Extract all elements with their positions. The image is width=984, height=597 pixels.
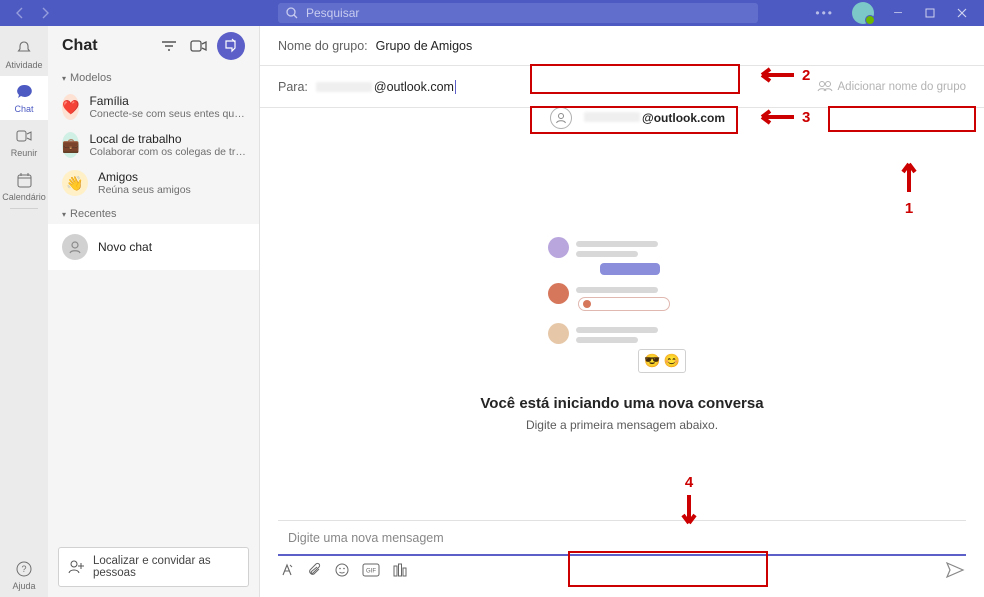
empty-title: Você está iniciando uma nova conversa	[480, 395, 763, 412]
empty-state: 😎 😊 Você está iniciando uma nova convers…	[260, 108, 984, 520]
meet-now-button[interactable]	[187, 34, 211, 58]
redacted-text	[584, 112, 640, 122]
window-close-button[interactable]	[946, 0, 978, 26]
person-icon	[62, 234, 88, 260]
group-icon	[818, 81, 832, 92]
group-name-row[interactable]: Nome do grupo: Grupo de Amigos	[260, 26, 984, 66]
bell-icon	[14, 38, 34, 58]
redacted-text	[316, 82, 372, 92]
filter-button[interactable]	[157, 34, 181, 58]
to-row[interactable]: Para: @outlook.com Adicionar nome do gru…	[260, 66, 984, 108]
group-name-label: Nome do grupo:	[278, 39, 368, 53]
search-box[interactable]: Pesquisar	[278, 3, 758, 23]
add-group-name-button[interactable]: Adicionar nome do grupo	[818, 81, 967, 93]
rail-chat[interactable]: Chat	[0, 76, 48, 120]
profile-avatar[interactable]	[852, 2, 874, 24]
invite-icon	[69, 560, 85, 574]
to-value: @outlook.com	[374, 80, 454, 94]
sticker-icon[interactable]	[393, 564, 407, 580]
format-icon[interactable]	[280, 563, 294, 580]
search-placeholder: Pesquisar	[306, 6, 359, 20]
panel-header: Chat	[48, 26, 259, 66]
emoji-icon[interactable]	[335, 563, 349, 580]
nav-back-button[interactable]	[6, 3, 32, 23]
rail-activity[interactable]: Atividade	[0, 32, 48, 76]
composer-toolbar: GIF	[278, 556, 966, 587]
chat-list-panel: Chat ▾Modelos ❤️ FamíliaConecte-se com s…	[48, 26, 260, 597]
help-icon: ?	[14, 559, 34, 579]
conversation-area: Nome do grupo: Grupo de Amigos Para: @ou…	[260, 26, 984, 597]
section-recent[interactable]: ▾Recentes	[48, 202, 259, 224]
briefcase-icon: 💼	[62, 132, 79, 158]
contact-suggestion[interactable]: @outlook.com	[550, 107, 725, 129]
svg-text:?: ?	[21, 564, 26, 574]
template-friends[interactable]: 👋 AmigosReúna seus amigos	[48, 164, 259, 202]
chat-list-item-new[interactable]: Novo chat	[48, 224, 259, 270]
more-button[interactable]: •••	[805, 6, 844, 20]
heart-icon: ❤️	[62, 94, 79, 120]
rail-meet[interactable]: Reunir	[0, 120, 48, 164]
video-icon	[14, 126, 34, 146]
app-rail: Atividade Chat Reunir Calendário ? Ajuda	[0, 26, 48, 597]
window-minimize-button[interactable]: ─	[882, 0, 914, 26]
window-maximize-button[interactable]	[914, 0, 946, 26]
illustration: 😎 😊	[542, 237, 702, 367]
message-input-placeholder: Digite uma nova mensagem	[288, 531, 444, 545]
titlebar: Pesquisar ••• ─	[0, 0, 984, 26]
panel-title: Chat	[62, 37, 98, 55]
invite-button[interactable]: Localizar e convidar as pessoas	[58, 547, 249, 587]
chat-item-label: Novo chat	[98, 240, 152, 254]
group-name-value: Grupo de Amigos	[376, 39, 473, 53]
person-icon	[550, 107, 572, 129]
message-composer: Digite uma nova mensagem GIF	[260, 520, 984, 597]
rail-help[interactable]: ? Ajuda	[0, 553, 48, 597]
calendar-icon	[14, 170, 34, 190]
search-icon	[286, 7, 298, 19]
template-work[interactable]: 💼 Local de trabalhoColaborar com os cole…	[48, 126, 259, 164]
gif-icon[interactable]: GIF	[363, 564, 379, 579]
wave-icon: 👋	[62, 170, 88, 196]
to-label: Para:	[278, 80, 308, 94]
nav-forward-button[interactable]	[32, 3, 58, 23]
svg-text:GIF: GIF	[366, 569, 376, 575]
message-input[interactable]: Digite uma nova mensagem	[278, 520, 966, 556]
chat-icon	[14, 82, 34, 102]
attach-icon[interactable]	[308, 563, 321, 580]
suggestion-email: @outlook.com	[642, 111, 725, 125]
section-models[interactable]: ▾Modelos	[48, 66, 259, 88]
template-family[interactable]: ❤️ FamíliaConecte-se com seus entes quer…	[48, 88, 259, 126]
send-button[interactable]	[946, 562, 964, 581]
rail-calendar[interactable]: Calendário	[0, 164, 48, 208]
empty-subtitle: Digite a primeira mensagem abaixo.	[526, 418, 718, 432]
new-chat-button[interactable]	[217, 32, 245, 60]
main: Atividade Chat Reunir Calendário ? Ajuda…	[0, 26, 984, 597]
